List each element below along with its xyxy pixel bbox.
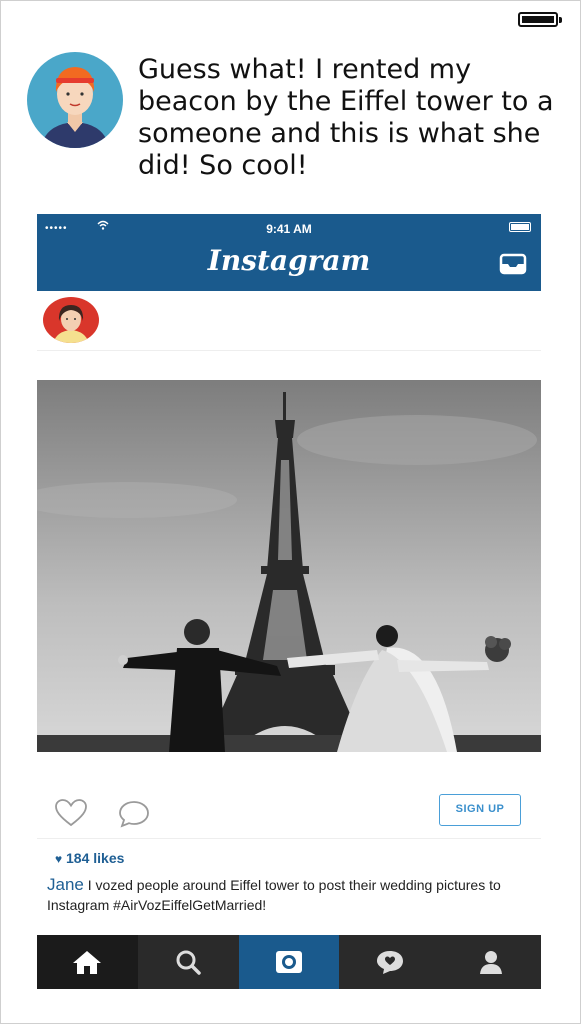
tab-activity[interactable] bbox=[339, 935, 441, 989]
tab-profile[interactable] bbox=[440, 935, 541, 989]
comment-icon[interactable] bbox=[117, 798, 151, 830]
activity-icon bbox=[376, 951, 403, 974]
like-icon[interactable] bbox=[53, 797, 89, 829]
post-caption: Jane I vozed people around Eiffel tower … bbox=[47, 875, 537, 915]
message-text: Guess what! I rented my beacon by the Ei… bbox=[138, 54, 554, 181]
battery-icon bbox=[518, 12, 562, 27]
camera-icon bbox=[275, 951, 302, 973]
tab-home[interactable] bbox=[37, 935, 138, 989]
search-icon bbox=[176, 950, 201, 975]
inbox-icon[interactable] bbox=[499, 252, 527, 276]
tab-camera[interactable] bbox=[238, 935, 340, 989]
sender-avatar bbox=[27, 52, 123, 148]
status-time: 9:41 AM bbox=[266, 222, 312, 236]
poster-avatar[interactable] bbox=[43, 297, 99, 343]
post-header bbox=[37, 291, 541, 351]
caption-text: I vozed people around Eiffel tower to po… bbox=[47, 877, 501, 913]
signup-button[interactable]: SIGN UP bbox=[439, 794, 521, 826]
likes-heart-icon: ♥ bbox=[55, 852, 63, 866]
likes-text: 184 likes bbox=[66, 850, 125, 866]
instagram-header: ••••• 9:41 AM Instagram bbox=[37, 214, 541, 291]
instagram-logo: Instagram bbox=[207, 244, 371, 277]
instagram-mockup: ••••• 9:41 AM Instagram SIGN UP ♥ 184 li… bbox=[37, 214, 541, 989]
likes-count: ♥ 184 likes bbox=[55, 850, 124, 866]
status-battery-icon bbox=[509, 222, 531, 232]
post-photo[interactable] bbox=[37, 380, 541, 752]
profile-icon bbox=[479, 951, 502, 974]
tab-search[interactable] bbox=[137, 935, 239, 989]
tab-bar bbox=[37, 935, 541, 989]
caption-username[interactable]: Jane bbox=[47, 875, 84, 894]
home-icon bbox=[73, 951, 102, 974]
